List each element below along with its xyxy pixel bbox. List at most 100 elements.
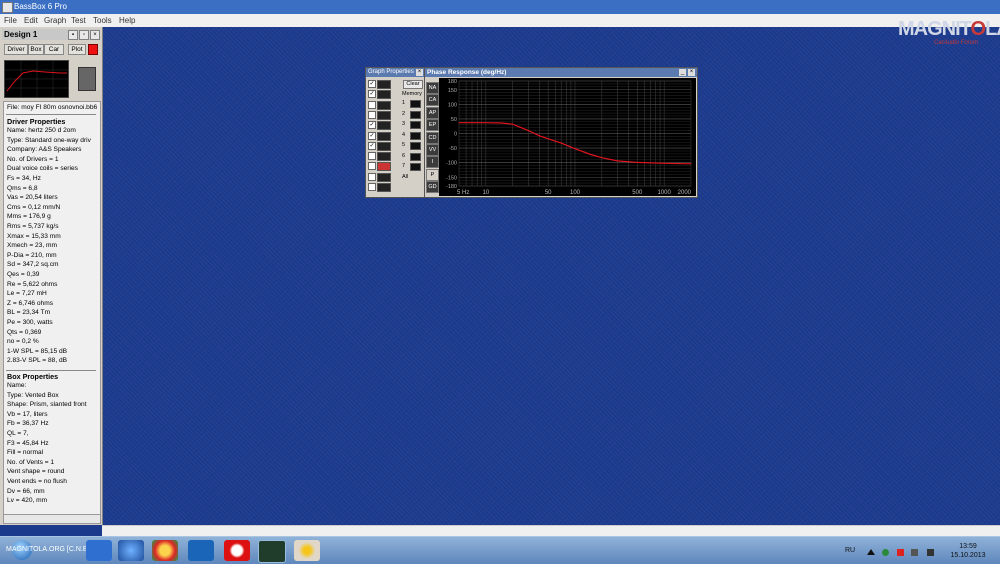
menu-tools[interactable]: Tools bbox=[93, 16, 112, 25]
show-hidden-icons-icon[interactable] bbox=[867, 549, 875, 555]
graph-type-button-ca[interactable]: CA bbox=[426, 94, 439, 107]
close-icon[interactable]: × bbox=[90, 30, 100, 40]
graph-type-button-ep[interactable]: EP bbox=[426, 119, 439, 132]
box-property: Lv = 420, mm bbox=[7, 497, 48, 505]
memory-slot-button[interactable] bbox=[410, 152, 421, 161]
box-button[interactable]: Box bbox=[28, 44, 44, 55]
graph-checkbox[interactable] bbox=[368, 110, 376, 119]
network-tray-icon[interactable] bbox=[882, 549, 889, 556]
opera-taskbar-icon[interactable] bbox=[224, 540, 250, 561]
driver-button[interactable]: Driver bbox=[4, 44, 28, 55]
menu-graph[interactable]: Graph bbox=[44, 16, 66, 25]
menu-test[interactable]: Test bbox=[71, 16, 86, 25]
ie-taskbar-icon[interactable] bbox=[118, 540, 144, 561]
memory-slot-button[interactable] bbox=[410, 100, 421, 108]
graph-checkbox[interactable] bbox=[368, 152, 376, 161]
copy-icon[interactable]: ▫ bbox=[79, 30, 89, 40]
driver-property: Rms = 5,737 kg/s bbox=[7, 223, 59, 230]
box-property: Fb = 36,37 Hz bbox=[7, 420, 49, 428]
y-tick-label: -50 bbox=[449, 146, 457, 152]
flag-tray-icon[interactable] bbox=[897, 549, 904, 556]
clear-button[interactable]: Clear bbox=[403, 80, 423, 89]
y-tick-label: 50 bbox=[451, 117, 457, 123]
menu-file[interactable]: File bbox=[4, 16, 17, 25]
graph-type-button-ap[interactable]: AP bbox=[426, 106, 439, 119]
graph-checkbox[interactable] bbox=[368, 100, 376, 109]
start-button[interactable]: MAGNITOLA.ORG [C.N.E.T] bbox=[4, 539, 96, 562]
graph-type-button-i[interactable]: I bbox=[426, 156, 439, 169]
driver-properties-header: Driver Properties bbox=[7, 117, 66, 126]
driver-property: 2.83-V SPL = 88, dB bbox=[7, 357, 68, 365]
phase-point bbox=[485, 122, 487, 124]
curve-style-swatch[interactable] bbox=[377, 121, 391, 131]
y-tick-label: -150 bbox=[446, 175, 457, 181]
graph-checkbox[interactable]: ✓ bbox=[368, 90, 376, 99]
curve-style-swatch[interactable] bbox=[377, 141, 391, 151]
paint-taskbar-icon[interactable] bbox=[294, 540, 320, 561]
language-indicator[interactable]: RU bbox=[845, 547, 855, 554]
memory-slot-button[interactable] bbox=[410, 121, 421, 129]
graph-checkbox[interactable]: ✓ bbox=[368, 80, 376, 88]
clock[interactable]: 13:59 15.10.2013 bbox=[948, 542, 988, 560]
graph-checkbox[interactable] bbox=[368, 162, 376, 171]
box-property: QL = 7, bbox=[7, 430, 29, 437]
save-icon[interactable]: ▪ bbox=[68, 30, 78, 40]
minimize-icon[interactable]: _ bbox=[679, 69, 686, 76]
graph-type-button-p[interactable]: P bbox=[426, 168, 439, 181]
graph-checkbox[interactable]: ✓ bbox=[368, 121, 376, 130]
divider bbox=[6, 370, 96, 371]
bassbox-taskbar-icon[interactable] bbox=[258, 540, 286, 563]
menu-help[interactable]: Help bbox=[119, 16, 135, 25]
outlook-taskbar-icon[interactable] bbox=[188, 540, 214, 561]
curve-style-swatch[interactable] bbox=[377, 162, 391, 172]
driver-property: BL = 23,34 Tm bbox=[7, 309, 51, 317]
graph-checkbox[interactable]: ✓ bbox=[368, 141, 376, 150]
driver-property: Z = 6,746 ohms bbox=[7, 299, 53, 307]
box-property: Type: Vented Box bbox=[7, 391, 59, 399]
explorer-taskbar-icon[interactable] bbox=[86, 540, 112, 561]
graph-type-button-gd[interactable]: GD bbox=[426, 181, 439, 194]
curve-style-swatch[interactable] bbox=[377, 172, 391, 182]
graph-checkbox[interactable]: ✓ bbox=[368, 131, 376, 140]
close-icon[interactable]: × bbox=[416, 69, 423, 76]
curve-style-swatch[interactable] bbox=[377, 80, 391, 89]
x-tick-label: 2000 bbox=[678, 190, 692, 196]
plot-button[interactable]: Plot bbox=[68, 44, 86, 55]
car-button[interactable]: Car bbox=[44, 44, 64, 55]
driver-property: Name: hertz 250 d 2om bbox=[7, 127, 76, 134]
memory-slot-button[interactable] bbox=[410, 110, 421, 119]
y-tick-label: 100 bbox=[448, 102, 457, 108]
divider bbox=[6, 114, 96, 115]
driver-property: Mms = 176,9 g bbox=[7, 213, 51, 221]
memory-slot-button[interactable] bbox=[410, 163, 421, 171]
clock-time: 13:59 bbox=[959, 543, 977, 550]
driver-property: Xmech = 23, mm bbox=[7, 242, 58, 250]
horizontal-scrollbar[interactable] bbox=[3, 514, 101, 524]
memory-slot-button[interactable] bbox=[410, 131, 421, 140]
start-watermark: MAGNITOLA.ORG [C.N.E.T] bbox=[6, 546, 96, 553]
curve-style-swatch[interactable] bbox=[377, 183, 391, 192]
volume-tray-icon[interactable] bbox=[927, 549, 934, 556]
curve-style-swatch[interactable] bbox=[377, 152, 391, 162]
box-property: No. of Vents = 1 bbox=[7, 458, 55, 466]
graph-type-button-cd[interactable]: CD bbox=[426, 131, 439, 144]
graph-properties-title: Graph Properties bbox=[368, 69, 414, 75]
color-swatch[interactable] bbox=[88, 44, 98, 55]
curve-style-swatch[interactable] bbox=[377, 131, 391, 141]
clock-date: 15.10.2013 bbox=[950, 552, 986, 559]
memory-slot-button[interactable] bbox=[410, 142, 421, 150]
graph-checkbox[interactable] bbox=[368, 183, 376, 191]
chrome-taskbar-icon[interactable] bbox=[152, 540, 178, 561]
box-property: Vent ends = no flush bbox=[7, 478, 67, 485]
graph-type-button-vv[interactable]: VV bbox=[426, 144, 439, 156]
curve-style-swatch[interactable] bbox=[377, 100, 391, 110]
graph-type-button-na[interactable]: NA bbox=[426, 82, 439, 94]
graph-checkbox[interactable] bbox=[368, 172, 376, 181]
display-tray-icon[interactable] bbox=[911, 549, 918, 556]
phase-point bbox=[574, 148, 576, 150]
curve-style-swatch[interactable] bbox=[377, 110, 391, 120]
curve-style-swatch[interactable] bbox=[377, 90, 391, 100]
phase-point bbox=[512, 123, 514, 125]
menu-edit[interactable]: Edit bbox=[24, 16, 38, 25]
close-icon[interactable]: × bbox=[688, 69, 695, 76]
